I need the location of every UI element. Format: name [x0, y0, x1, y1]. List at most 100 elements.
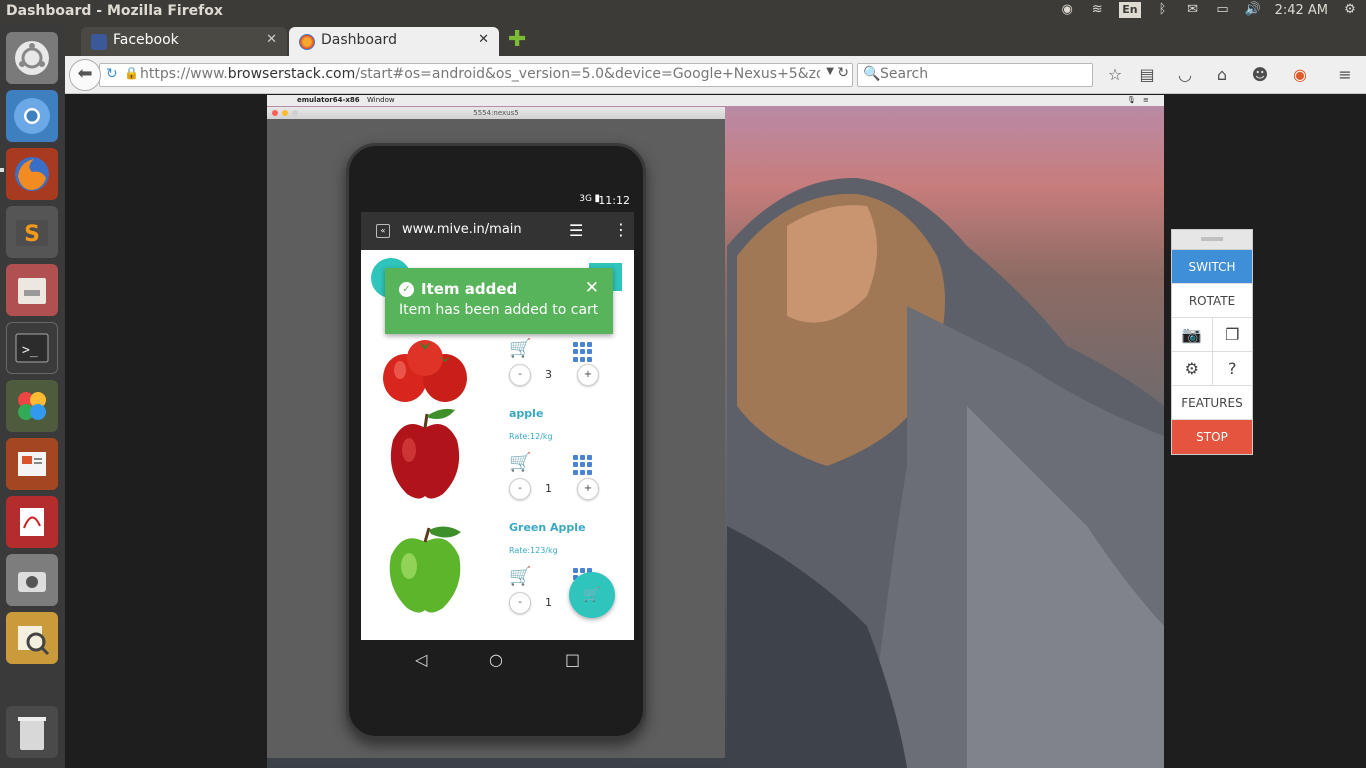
decrease-qty-button[interactable]: -	[509, 364, 531, 386]
new-tab-plus-icon[interactable]: ✚	[508, 27, 526, 52]
reload-icon[interactable]: ↻	[106, 66, 118, 82]
stop-button[interactable]: STOP	[1172, 420, 1252, 454]
gallery-icon[interactable]: ❐	[1213, 318, 1253, 352]
emulator-title: 5554:nexus5	[473, 109, 519, 117]
tab-label: Dashboard	[321, 32, 397, 48]
rotate-button[interactable]: ROTATE	[1172, 284, 1252, 318]
wifi-icon[interactable]: ≋	[1089, 2, 1105, 18]
pocket-icon[interactable]: ◡	[1175, 65, 1195, 85]
home-icon[interactable]: ⌂	[1212, 65, 1232, 85]
help-icon[interactable]: ?	[1213, 352, 1253, 386]
android-chrome-toolbar: « www.mive.in/main ☰ ⋮	[361, 212, 634, 250]
bookmarks-list-icon[interactable]: ▤	[1137, 65, 1157, 85]
ubuntu-top-panel: Dashboard - Mozilla Firefox ◉ ≋ En ᛒ ✉ ▭…	[0, 0, 1366, 24]
volume-icon[interactable]: 🔊	[1245, 2, 1261, 18]
terminal-icon[interactable]: >_	[6, 322, 58, 374]
firefox-icon[interactable]	[6, 148, 58, 200]
go-arrow-icon[interactable]: ↻	[837, 65, 849, 81]
tab-switcher-icon[interactable]: ☰	[569, 221, 583, 240]
android-clock: 11:12	[598, 194, 630, 207]
capture-row: 📷 ❐	[1172, 318, 1252, 352]
add-to-cart-icon[interactable]: 🛒	[509, 566, 531, 587]
decrease-qty-button[interactable]: -	[509, 592, 531, 614]
zoom-window-button[interactable]	[292, 110, 298, 116]
android-recents-icon[interactable]: □	[565, 650, 580, 669]
close-window-button[interactable]	[272, 110, 278, 116]
firefox-tab-strip: Facebook ✕ Dashboard ✕ ✚	[65, 24, 1366, 56]
settings-row: ⚙ ?	[1172, 352, 1252, 386]
presentation-icon[interactable]	[6, 438, 58, 490]
android-address-bar[interactable]: www.mive.in/main	[402, 222, 522, 237]
search-input[interactable]	[880, 66, 1080, 82]
mail-icon[interactable]: ✉	[1185, 2, 1201, 18]
toast-close-icon[interactable]: ✕	[585, 278, 599, 298]
options-grid-icon[interactable]	[573, 342, 593, 362]
quantity-value: 1	[545, 482, 552, 495]
bookmark-star-icon[interactable]: ☆	[1105, 65, 1125, 85]
product-rate: Rate:12/kg	[509, 432, 553, 441]
document-viewer-icon[interactable]	[6, 496, 58, 548]
url-history-dropdown-icon[interactable]: ▼	[826, 66, 834, 77]
add-to-cart-icon[interactable]: 🛒	[509, 338, 531, 359]
tab-facebook[interactable]: Facebook ✕	[81, 27, 287, 56]
nexus5-device-frame: 3G ▮ 11:12 « www.mive.in/main ☰ ⋮ 🛒 - 3 …	[346, 143, 646, 739]
trash-icon[interactable]	[6, 706, 58, 758]
battery-icon[interactable]: ▭	[1215, 2, 1231, 18]
android-status-bar: 3G ▮ 11:12	[361, 190, 634, 212]
hamburger-menu-icon[interactable]: ≡	[1335, 65, 1355, 85]
chromium-indicator-icon[interactable]: ◉	[1059, 2, 1075, 18]
browserstack-favicon-icon	[299, 34, 315, 50]
switch-button[interactable]: SWITCH	[1172, 250, 1252, 284]
close-tab-icon[interactable]: ✕	[478, 32, 489, 47]
tab-dashboard[interactable]: Dashboard ✕	[289, 27, 499, 56]
firefox-navigation-bar: ↻ 🔒 https://www.browserstack.com/start#o…	[65, 56, 1366, 94]
search-bar[interactable]: 🔍	[857, 63, 1093, 87]
android-back-icon[interactable]: ◁	[415, 650, 427, 669]
chat-icon[interactable]: ☻	[1250, 65, 1270, 85]
mac-mic-icon: 🎙	[1127, 96, 1136, 104]
chromium-icon[interactable]	[6, 90, 58, 142]
lock-icon[interactable]: 🔒	[124, 66, 139, 80]
camera-screenshot-icon[interactable]: 📷	[1172, 318, 1213, 352]
facebook-favicon-icon	[91, 34, 107, 50]
bluetooth-icon[interactable]: ᛒ	[1155, 2, 1171, 18]
mive-web-page: 🛒 - 3 + apple Rate:12/kg 🛒 - 1 + Green A…	[361, 250, 634, 640]
svg-text:S: S	[24, 222, 40, 247]
browserstack-extension-icon[interactable]: ◉	[1290, 65, 1310, 85]
file-manager-icon[interactable]	[6, 264, 58, 316]
product-name[interactable]: apple	[509, 407, 543, 420]
features-button[interactable]: FEATURES	[1172, 386, 1252, 420]
increase-qty-button[interactable]: +	[577, 478, 599, 500]
emulator-title-bar: 5554:nexus5	[267, 107, 725, 119]
clock[interactable]: 2:42 AM	[1275, 3, 1328, 18]
quantity-value: 3	[545, 368, 552, 381]
minimize-window-button[interactable]	[282, 110, 288, 116]
drag-handle[interactable]: ═══	[1172, 230, 1252, 250]
sublime-text-icon[interactable]: S	[6, 206, 58, 258]
url-bar[interactable]: ↻ 🔒 https://www.browserstack.com/start#o…	[99, 63, 853, 87]
product-name[interactable]: Green Apple	[509, 521, 586, 534]
browserstack-live-session: emulator64-x86 Window 🎙 ≡ 5554:nexus5 3G…	[65, 95, 1366, 768]
decrease-qty-button[interactable]: -	[509, 478, 531, 500]
add-to-cart-icon[interactable]: 🛒	[509, 452, 531, 473]
keyboard-language-indicator[interactable]: En	[1119, 2, 1141, 18]
overflow-menu-icon[interactable]: ⋮	[613, 220, 629, 239]
android-home-icon[interactable]: ○	[489, 650, 503, 669]
playonlinux-icon[interactable]	[6, 380, 58, 432]
settings-gear-icon[interactable]: ⚙	[1172, 352, 1213, 386]
close-tab-icon[interactable]: ✕	[266, 32, 277, 47]
camera-app-icon[interactable]	[6, 554, 58, 606]
cart-fab-button[interactable]: 🛒	[569, 572, 615, 618]
tomato-image	[383, 340, 467, 402]
power-gear-icon[interactable]: ⚙	[1342, 2, 1358, 18]
system-tray: ◉ ≋ En ᛒ ✉ ▭ 🔊 2:42 AM ⚙	[1059, 2, 1358, 18]
increase-qty-button[interactable]: +	[577, 364, 599, 386]
site-info-icon[interactable]: «	[376, 224, 390, 238]
back-button[interactable]: ⬅	[69, 59, 101, 91]
image-viewer-icon[interactable]	[6, 612, 58, 664]
url-text[interactable]: https://www.browserstack.com/start#os=an…	[140, 66, 820, 82]
options-grid-icon[interactable]	[573, 455, 593, 475]
mac-menu-window[interactable]: Window	[367, 96, 395, 104]
svg-text:>_: >_	[22, 343, 38, 358]
ubuntu-dash-icon[interactable]	[6, 32, 58, 84]
